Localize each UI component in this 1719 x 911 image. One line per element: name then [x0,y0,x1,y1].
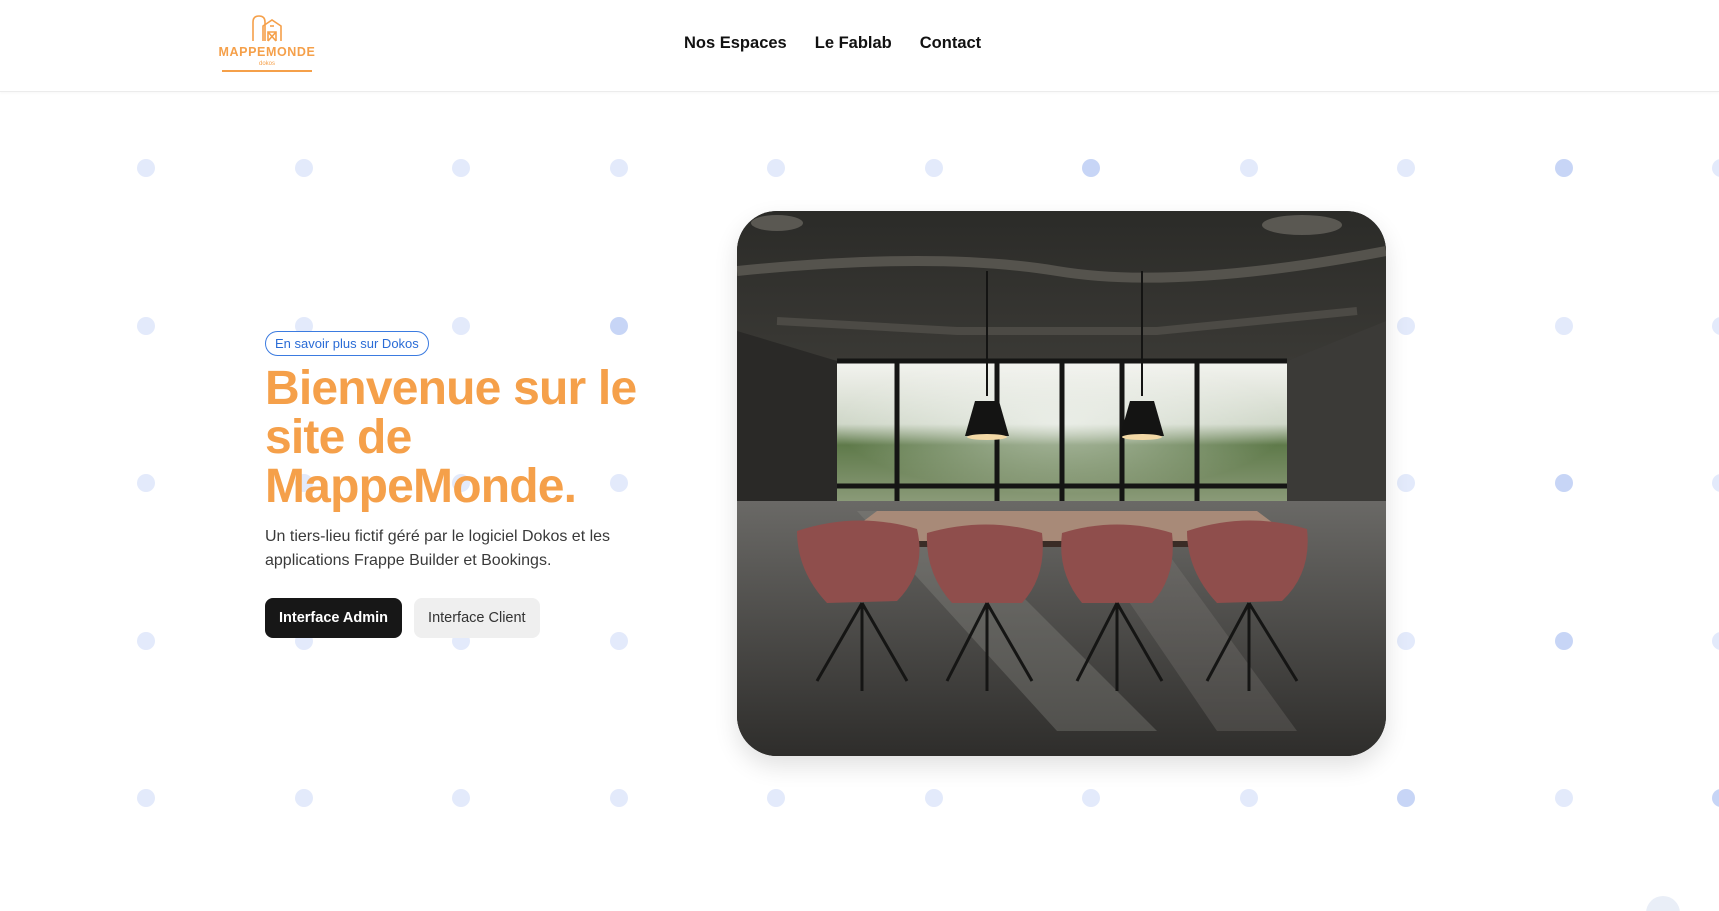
background-dot [1554,474,1573,492]
hero-title: Bienvenue sur le site de MappeMonde. [265,362,637,513]
background-dot [1712,474,1719,492]
background-dot [137,316,155,335]
background-dot [452,789,470,807]
background-dot [1554,631,1573,650]
barn-logo-icon [252,15,282,42]
background-dot [1712,631,1719,650]
background-dot [1554,789,1573,807]
logo-wordmark: MAPPEMONDE [218,45,316,59]
background-dot [137,474,155,492]
site-logo[interactable]: MAPPEMONDE dokos [218,14,316,76]
background-dot [137,631,155,650]
logo-underline [222,70,312,72]
meeting-room-photo [737,211,1386,756]
background-dot [1397,474,1415,492]
nav-item-contact[interactable]: Contact [920,34,981,53]
background-dot [609,789,628,807]
background-dot [1554,159,1573,177]
background-dot [767,159,785,177]
background-dot [1239,789,1258,807]
background-dot [137,159,155,177]
background-dot [137,789,155,807]
background-dot [924,159,943,177]
background-dot [1082,789,1100,807]
background-dot [452,159,470,177]
background-dot [924,789,943,807]
logo-subtext: dokos [258,61,275,67]
nav-item-nos-espaces[interactable]: Nos Espaces [684,34,787,53]
hero-text: En savoir plus sur Dokos Bienvenue sur l… [265,331,685,638]
background-dot [1397,631,1415,650]
background-dot [1239,159,1258,177]
hero-subtitle: Un tiers-lieu fictif géré par le logicie… [265,528,611,569]
background-dot [294,789,313,807]
background-dot [1712,316,1719,335]
background-dot [767,789,785,807]
admin-interface-button[interactable]: Interface Admin [265,598,403,638]
learn-more-dokos-link[interactable]: En savoir plus sur Dokos [265,331,429,356]
client-interface-button[interactable]: Interface Client [414,598,540,638]
background-dot [1397,789,1415,807]
background-dot [609,159,628,177]
background-dot [1712,159,1719,177]
site-header: MAPPEMONDE dokos Nos Espaces Le Fablab C… [0,0,1719,92]
background-dot [1712,789,1719,807]
background-dot [1397,159,1415,177]
background-dot [1554,316,1573,335]
main-nav: Nos Espaces Le Fablab Contact [684,34,981,53]
background-dot [1397,316,1415,335]
nav-item-le-fablab[interactable]: Le Fablab [815,34,892,53]
background-dot [1082,159,1100,177]
hero-buttons: Interface Admin Interface Client [265,598,685,638]
background-dot [294,159,313,177]
